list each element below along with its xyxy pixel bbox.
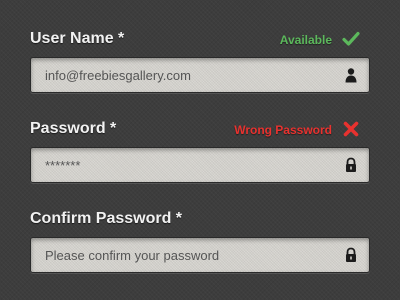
password-field-group: Password * Wrong Password ******* bbox=[30, 120, 370, 183]
password-input[interactable]: ******* bbox=[30, 147, 370, 183]
password-input-value: ******* bbox=[45, 158, 81, 173]
lock-icon bbox=[346, 247, 356, 262]
username-input[interactable]: info@freebiesgallery.com bbox=[30, 57, 370, 93]
password-label: Password * bbox=[30, 120, 117, 137]
password-status-text: Wrong Password bbox=[234, 123, 332, 137]
username-input-value: info@freebiesgallery.com bbox=[45, 68, 191, 83]
cross-icon bbox=[343, 121, 359, 137]
username-label-row: User Name * Available bbox=[30, 30, 370, 52]
username-field-group: User Name * Available info@freebiesgalle… bbox=[30, 30, 370, 93]
username-label: User Name * bbox=[30, 30, 125, 47]
confirm-password-label: Confirm Password * bbox=[30, 210, 183, 227]
user-icon bbox=[345, 68, 357, 83]
confirm-password-placeholder: Please confirm your password bbox=[45, 248, 220, 263]
checkmark-icon bbox=[342, 31, 360, 46]
confirm-password-field-group: Confirm Password * Please confirm your p… bbox=[30, 210, 370, 273]
username-status-text: Available bbox=[279, 33, 332, 47]
password-label-row: Password * Wrong Password bbox=[30, 120, 370, 142]
confirm-password-label-row: Confirm Password * bbox=[30, 210, 370, 232]
lock-icon bbox=[346, 157, 356, 172]
confirm-password-input[interactable]: Please confirm your password bbox=[30, 237, 370, 273]
